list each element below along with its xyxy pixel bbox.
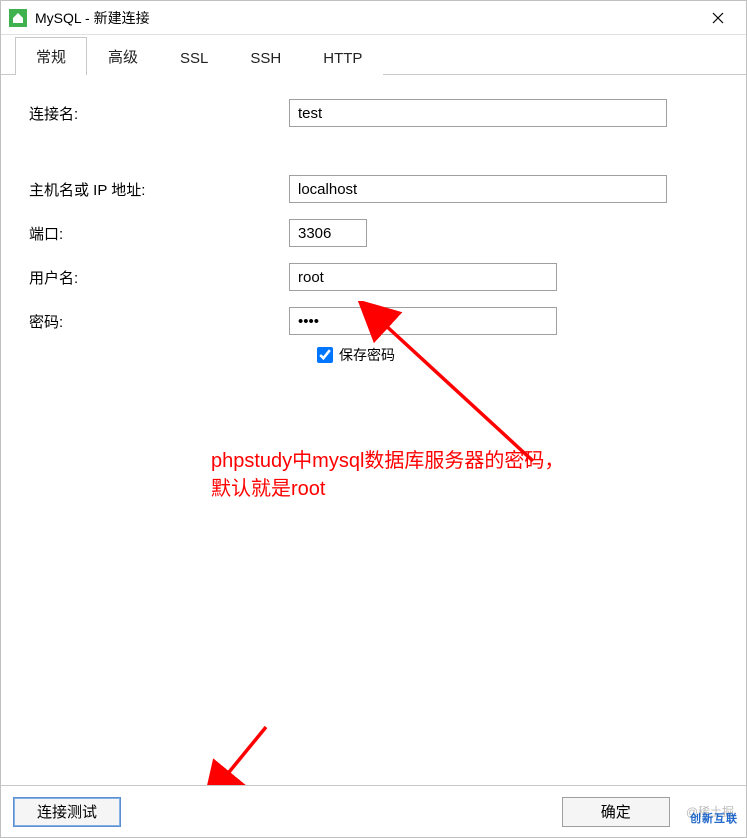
- row-host: 主机名或 IP 地址:: [29, 175, 718, 203]
- connection-name-label: 连接名:: [29, 103, 289, 124]
- close-icon: [712, 12, 724, 24]
- host-label: 主机名或 IP 地址:: [29, 179, 289, 200]
- host-input[interactable]: [289, 175, 667, 203]
- annotation-line2: 默认就是root: [211, 475, 671, 503]
- dialog-window: MySQL - 新建连接 常规 高级 SSL SSH HTTP 连接名: 主机名…: [0, 0, 747, 838]
- port-input[interactable]: [289, 219, 367, 247]
- tab-bar: 常规 高级 SSL SSH HTTP: [1, 35, 746, 75]
- corner-brand: 创新互联: [684, 801, 744, 835]
- window-title: MySQL - 新建连接: [35, 8, 698, 28]
- user-label: 用户名:: [29, 267, 289, 288]
- footer: 连接测试 确定 @稀土掘: [1, 785, 746, 837]
- app-icon: [9, 9, 27, 27]
- row-password: 密码:: [29, 307, 718, 335]
- save-password-checkbox[interactable]: [317, 347, 333, 363]
- tab-ssl[interactable]: SSL: [159, 41, 229, 75]
- row-user: 用户名:: [29, 263, 718, 291]
- user-input[interactable]: [289, 263, 557, 291]
- titlebar: MySQL - 新建连接: [1, 1, 746, 35]
- row-connection-name: 连接名:: [29, 99, 718, 127]
- form-area: 连接名: 主机名或 IP 地址: 端口: 用户名: 密码: 保存密码: [1, 75, 746, 365]
- annotation-line1: phpstudy中mysql数据库服务器的密码，: [211, 447, 671, 475]
- connection-name-input[interactable]: [289, 99, 667, 127]
- ok-button[interactable]: 确定: [562, 797, 670, 827]
- annotation-text: phpstudy中mysql数据库服务器的密码， 默认就是root: [211, 447, 671, 503]
- row-save-password: 保存密码: [317, 345, 718, 365]
- test-connection-button[interactable]: 连接测试: [13, 797, 121, 827]
- corner-brand-text: 创新互联: [690, 810, 738, 826]
- row-port: 端口:: [29, 219, 718, 247]
- tab-general[interactable]: 常规: [15, 37, 87, 75]
- tab-advanced[interactable]: 高级: [87, 37, 159, 75]
- tab-http[interactable]: HTTP: [302, 41, 383, 75]
- save-password-label: 保存密码: [339, 345, 395, 365]
- tab-ssh[interactable]: SSH: [229, 41, 302, 75]
- password-input[interactable]: [289, 307, 557, 335]
- port-label: 端口:: [29, 223, 289, 244]
- close-button[interactable]: [698, 4, 738, 32]
- password-label: 密码:: [29, 311, 289, 332]
